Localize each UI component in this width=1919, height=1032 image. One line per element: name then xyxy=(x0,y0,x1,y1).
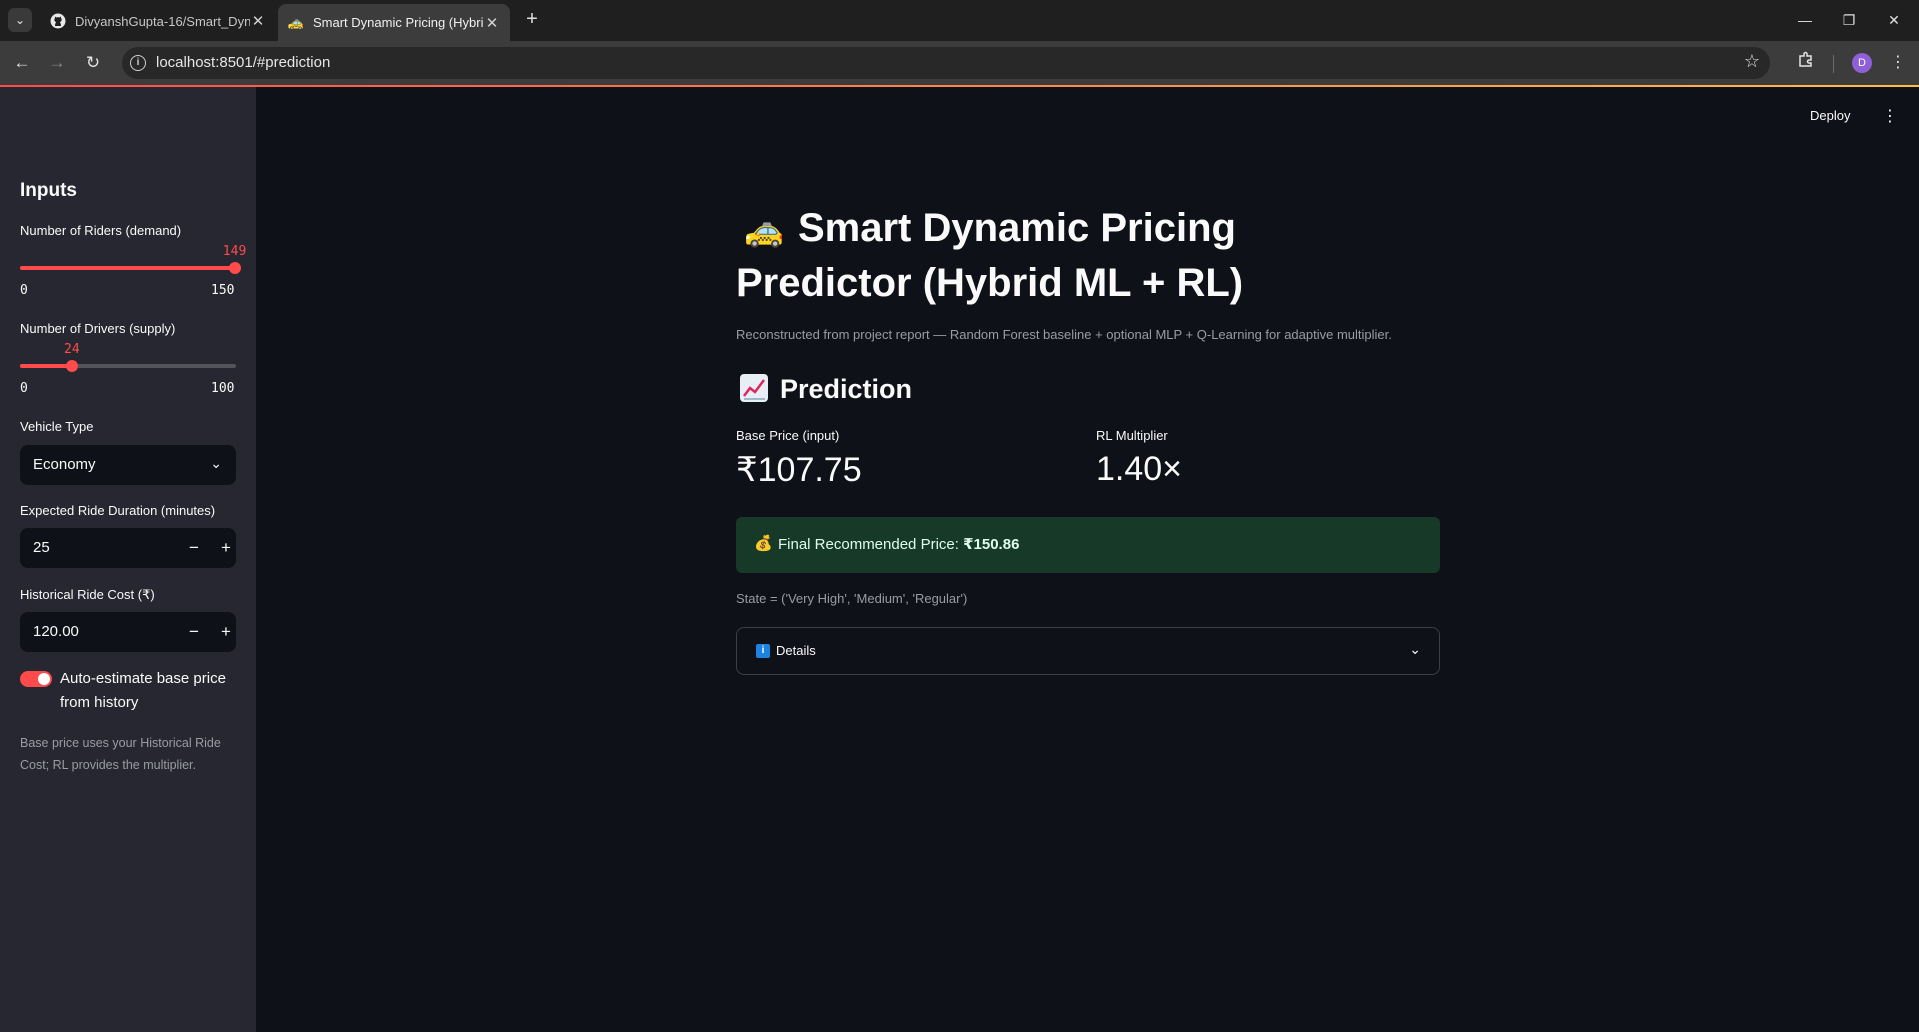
browser-menu-icon[interactable]: ⋮ xyxy=(1890,52,1906,72)
chevron-down-icon: ⌄ xyxy=(210,455,222,471)
toolbar-divider xyxy=(1833,55,1834,73)
page-title-text: Smart Dynamic Pricing Predictor (Hybrid … xyxy=(736,206,1244,305)
toggle-knob xyxy=(38,673,50,685)
final-price-value: ₹150.86 xyxy=(963,536,1020,553)
base-price-label: Base Price (input) xyxy=(736,428,840,443)
duration-label: Expected Ride Duration (minutes) xyxy=(20,503,216,518)
final-price-alert: 💰 Final Recommended Price: ₹150.86 xyxy=(736,517,1440,573)
site-info-icon[interactable]: i xyxy=(130,55,146,71)
url-bar[interactable]: i localhost:8501/#prediction ☆ xyxy=(122,47,1770,79)
base-price-value: ₹107.75 xyxy=(736,451,862,489)
duration-value[interactable]: 25 xyxy=(33,539,50,556)
cost-value[interactable]: 120.00 xyxy=(33,623,79,640)
riders-max: 150 xyxy=(211,283,235,298)
chevron-down-icon: ⌄ xyxy=(14,13,26,27)
restore-window-icon[interactable]: ❐ xyxy=(1827,8,1871,32)
profile-avatar[interactable]: D xyxy=(1852,53,1872,73)
extensions-puzzle-icon[interactable] xyxy=(1797,51,1815,74)
duration-decrement-button[interactable]: − xyxy=(182,536,206,560)
riders-slider-fill xyxy=(20,266,235,270)
url-text[interactable]: localhost:8501/#prediction xyxy=(156,54,330,71)
riders-min: 0 xyxy=(20,283,28,298)
duration-increment-button[interactable]: + xyxy=(214,536,238,560)
browser-tab-github[interactable]: DivyanshGupta-16/Smart_Dyna ✕ xyxy=(40,5,276,37)
chart-increasing-icon xyxy=(740,374,768,402)
details-expander[interactable]: i Details ⌄ xyxy=(736,627,1440,675)
vehicle-type-label: Vehicle Type xyxy=(20,419,94,434)
close-tab-icon[interactable]: ✕ xyxy=(250,12,266,30)
page-caption: Reconstructed from project report — Rand… xyxy=(736,327,1392,342)
cost-input[interactable]: 120.00 − + xyxy=(20,612,236,652)
drivers-slider-fill xyxy=(20,364,72,368)
final-price-label: Final Recommended Price: xyxy=(778,536,959,553)
drivers-max: 100 xyxy=(211,381,235,396)
rl-multiplier-label: RL Multiplier xyxy=(1096,428,1168,443)
prediction-heading: Prediction xyxy=(740,374,912,405)
auto-estimate-label[interactable]: Auto-estimate base price from history xyxy=(60,667,250,715)
taxi-icon: 🚕 xyxy=(287,14,305,30)
drivers-label: Number of Drivers (supply) xyxy=(20,321,176,336)
deploy-button[interactable]: Deploy xyxy=(1810,108,1850,123)
drivers-slider-thumb[interactable] xyxy=(65,360,78,372)
page-title: 🚕 Smart Dynamic Pricing Predictor (Hybrid… xyxy=(736,202,1296,310)
final-price-text: Final Recommended Price: ₹150.86 xyxy=(778,535,1019,553)
tab-title: DivyanshGupta-16/Smart_Dyna xyxy=(75,13,250,29)
info-icon: i xyxy=(756,644,770,658)
cost-increment-button[interactable]: + xyxy=(214,620,238,644)
browser-address-bar: ← → ↻ i localhost:8501/#prediction ☆ xyxy=(0,41,1919,85)
close-window-icon[interactable]: ✕ xyxy=(1872,8,1916,32)
drivers-slider[interactable] xyxy=(20,360,236,372)
riders-slider[interactable] xyxy=(20,262,241,274)
app-menu-icon[interactable]: ⋮ xyxy=(1882,106,1898,126)
app-header-decoration xyxy=(0,85,1919,87)
rl-multiplier-value: 1.40× xyxy=(1096,450,1183,488)
minimize-window-icon[interactable]: — xyxy=(1783,8,1827,32)
tab-title: Smart Dynamic Pricing (Hybrid xyxy=(313,15,484,30)
back-arrow-icon[interactable]: ← xyxy=(10,51,34,75)
cost-decrement-button[interactable]: − xyxy=(182,620,206,644)
sidebar-title: Inputs xyxy=(20,180,77,201)
riders-slider-thumb[interactable] xyxy=(228,262,241,274)
drivers-value: 24 xyxy=(64,342,80,357)
reload-icon[interactable]: ↻ xyxy=(81,51,105,75)
drivers-min: 0 xyxy=(20,381,28,396)
details-label: Details xyxy=(776,643,816,658)
state-text: State = ('Very High', 'Medium', 'Regular… xyxy=(736,591,968,606)
riders-value: 149 xyxy=(222,244,247,259)
vehicle-type-value: Economy xyxy=(33,456,96,473)
sidebar-caption: Base price uses your Historical Ride Cos… xyxy=(20,736,221,772)
taxi-icon: 🚕 xyxy=(744,212,784,248)
forward-arrow-icon[interactable]: → xyxy=(45,51,69,75)
browser-tab-app[interactable]: 🚕 Smart Dynamic Pricing (Hybrid ✕ xyxy=(278,4,510,41)
duration-input[interactable]: 25 − + xyxy=(20,528,236,568)
new-tab-button[interactable]: + xyxy=(520,8,544,32)
riders-label: Number of Riders (demand) xyxy=(20,223,182,238)
bookmark-star-icon[interactable]: ☆ xyxy=(1744,51,1760,72)
money-bag-icon: 💰 xyxy=(754,535,773,552)
chevron-down-icon: ⌄ xyxy=(1409,641,1421,657)
auto-estimate-toggle[interactable] xyxy=(20,671,52,687)
close-tab-icon[interactable]: ✕ xyxy=(484,14,500,32)
vehicle-type-select[interactable]: Economy ⌄ xyxy=(20,445,236,485)
cost-label: Historical Ride Cost (₹) xyxy=(20,587,155,602)
tab-search-button[interactable]: ⌄ xyxy=(8,8,32,32)
browser-tab-bar: ⌄ DivyanshGupta-16/Smart_Dyna ✕ 🚕 Smart … xyxy=(0,0,1919,41)
github-icon xyxy=(50,13,66,29)
prediction-heading-text: Prediction xyxy=(780,374,913,404)
